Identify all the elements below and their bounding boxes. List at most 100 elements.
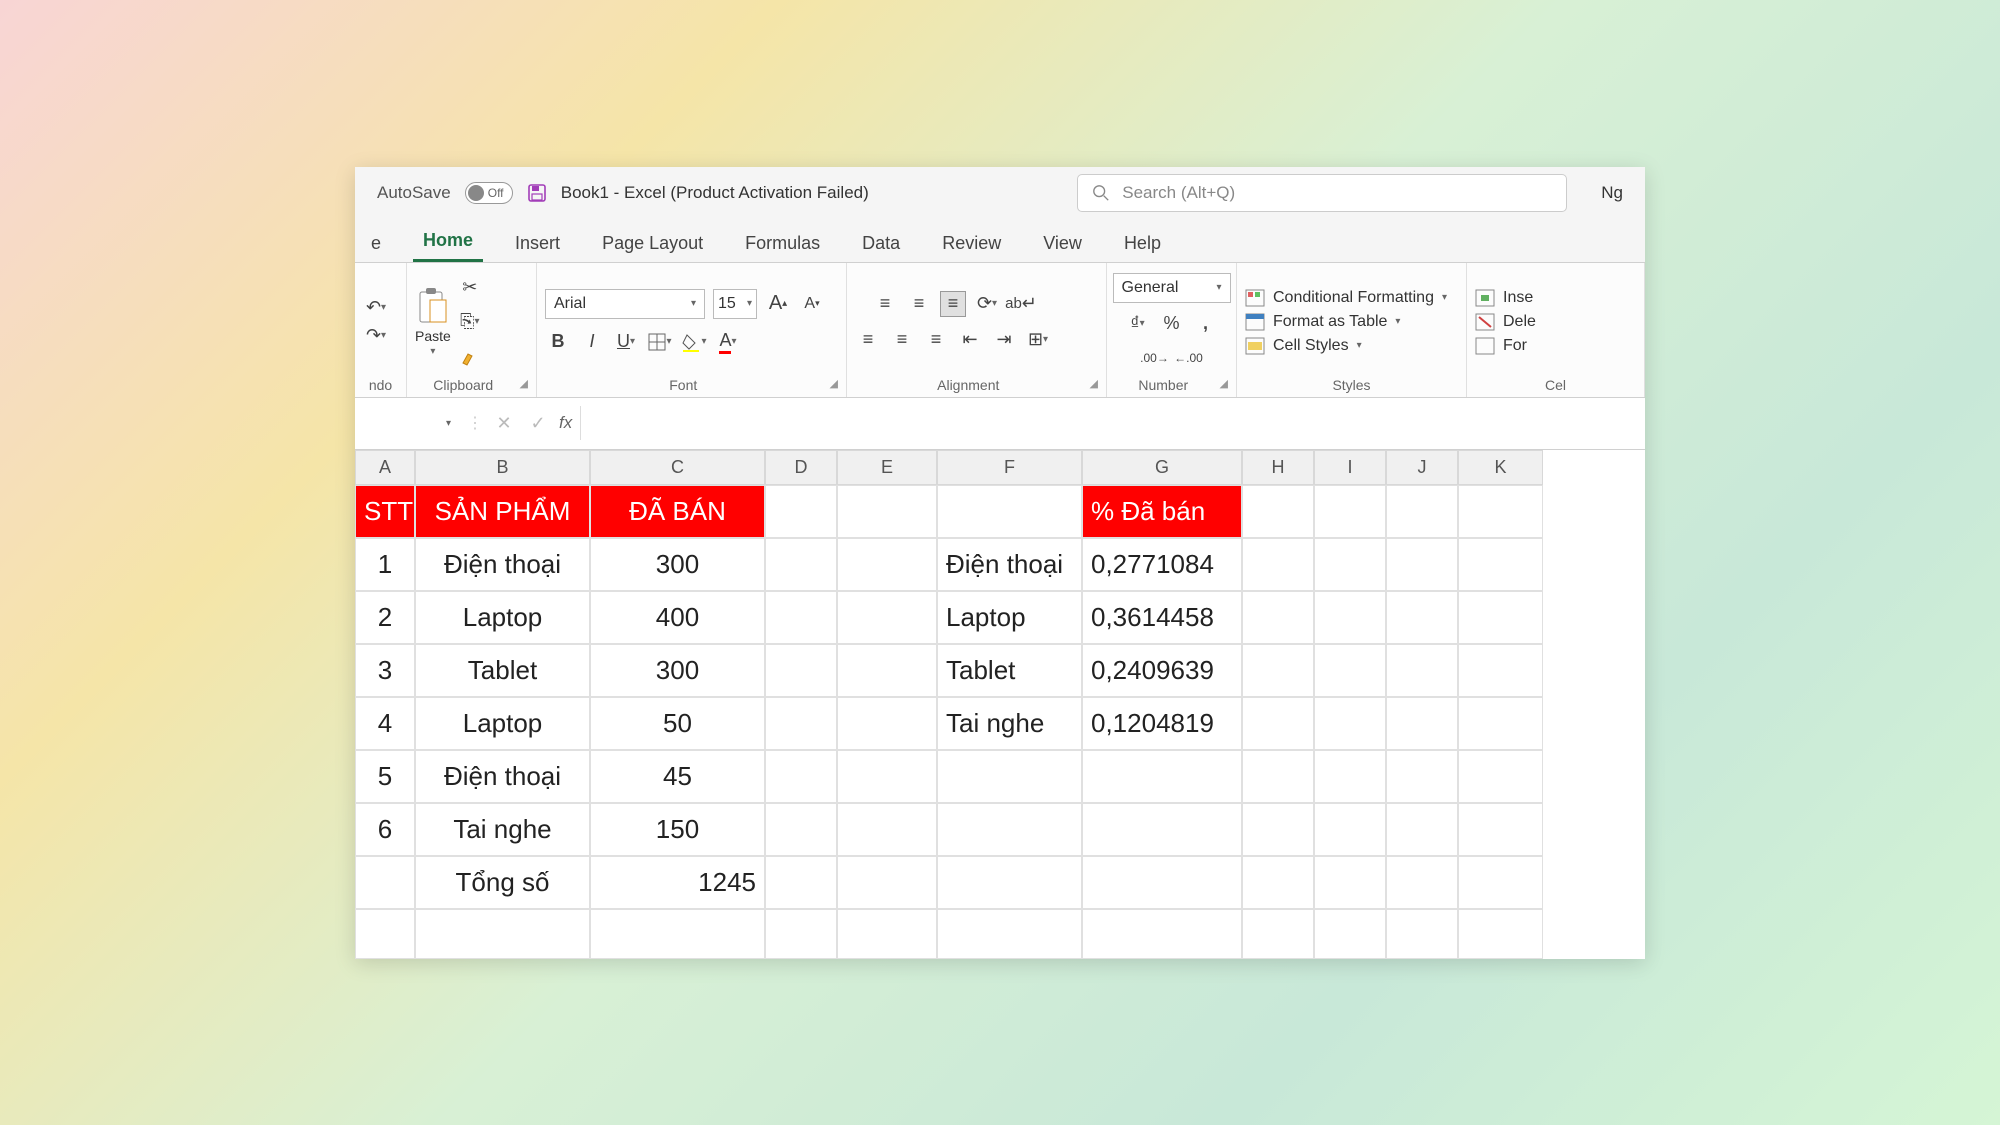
cell-d6[interactable] <box>765 750 837 803</box>
cell-sp-3[interactable]: Laptop <box>415 697 590 750</box>
cell-H5[interactable] <box>1242 697 1314 750</box>
tab-formulas[interactable]: Formulas <box>735 225 830 262</box>
underline-button[interactable]: U▾ <box>613 329 639 355</box>
cell-K2[interactable] <box>1458 538 1543 591</box>
cell-J1[interactable] <box>1386 485 1458 538</box>
bold-button[interactable]: B <box>545 329 571 355</box>
cell-I7[interactable] <box>1314 803 1386 856</box>
align-middle-icon[interactable]: ≡ <box>906 291 932 317</box>
cell-K6[interactable] <box>1458 750 1543 803</box>
cell-K1[interactable] <box>1458 485 1543 538</box>
font-name-select[interactable]: Arial▾ <box>545 289 705 319</box>
cell-pct-val-0[interactable]: 0,2771084 <box>1082 538 1242 591</box>
cell-d4[interactable] <box>765 644 837 697</box>
cell-H3[interactable] <box>1242 591 1314 644</box>
col-header-F[interactable]: F <box>937 450 1082 485</box>
col-header-I[interactable]: I <box>1314 450 1386 485</box>
cell-E9[interactable] <box>837 909 937 959</box>
cell-J6[interactable] <box>1386 750 1458 803</box>
italic-button[interactable]: I <box>579 329 605 355</box>
delete-cells-button[interactable]: Dele <box>1475 313 1536 331</box>
cell-styles-button[interactable]: Cell Styles▾ <box>1245 337 1362 355</box>
cell-J7[interactable] <box>1386 803 1458 856</box>
cell-B9[interactable] <box>415 909 590 959</box>
formula-input[interactable] <box>580 406 1635 440</box>
increase-indent-icon[interactable]: ⇥ <box>991 327 1017 353</box>
spreadsheet-grid[interactable]: ABCDEFGHIJKSTTSẢN PHẨMĐÃ BÁN% Đã bán1Điệ… <box>355 450 1645 959</box>
tab-data[interactable]: Data <box>852 225 910 262</box>
cell-I8[interactable] <box>1314 856 1386 909</box>
format-painter-icon[interactable] <box>457 343 483 369</box>
insert-cells-button[interactable]: Inse <box>1475 289 1533 307</box>
conditional-formatting-button[interactable]: Conditional Formatting▾ <box>1245 289 1447 307</box>
cell-d2[interactable] <box>765 538 837 591</box>
cell-stt-3[interactable]: 4 <box>355 697 415 750</box>
cell-e8[interactable] <box>837 856 937 909</box>
header-pct[interactable]: % Đã bán <box>1082 485 1242 538</box>
increase-font-icon[interactable]: A▴ <box>765 291 791 317</box>
cell-sp-2[interactable]: Tablet <box>415 644 590 697</box>
cell-K8[interactable] <box>1458 856 1543 909</box>
cell-e7[interactable] <box>837 803 937 856</box>
cell-K7[interactable] <box>1458 803 1543 856</box>
redo-icon[interactable]: ↷▾ <box>363 323 389 349</box>
cell-sp-5[interactable]: Tai nghe <box>415 803 590 856</box>
cell-stt-4[interactable]: 5 <box>355 750 415 803</box>
cell-e2[interactable] <box>837 538 937 591</box>
merge-center-icon[interactable]: ⊞▾ <box>1025 327 1051 353</box>
align-center-icon[interactable]: ≡ <box>889 327 915 353</box>
font-size-select[interactable]: 15▾ <box>713 289 757 319</box>
cell-J8[interactable] <box>1386 856 1458 909</box>
cell-J5[interactable] <box>1386 697 1458 750</box>
cell-sp-4[interactable]: Điện thoại <box>415 750 590 803</box>
number-format-select[interactable]: General▾ <box>1113 273 1231 303</box>
cell-stt-2[interactable]: 3 <box>355 644 415 697</box>
cell-I6[interactable] <box>1314 750 1386 803</box>
cell-J9[interactable] <box>1386 909 1458 959</box>
cell-e5[interactable] <box>837 697 937 750</box>
name-box[interactable]: ▾ <box>365 406 459 440</box>
cell-pct-val-2[interactable]: 0,2409639 <box>1082 644 1242 697</box>
cell-sp-1[interactable]: Laptop <box>415 591 590 644</box>
cell-stt-1[interactable]: 2 <box>355 591 415 644</box>
currency-icon[interactable]: ₫▾ <box>1125 311 1151 337</box>
cell-stt-0[interactable]: 1 <box>355 538 415 591</box>
col-header-H[interactable]: H <box>1242 450 1314 485</box>
cell-K5[interactable] <box>1458 697 1543 750</box>
cell-db-2[interactable]: 300 <box>590 644 765 697</box>
orientation-icon[interactable]: ⟳▾ <box>974 291 1000 317</box>
cell-a6[interactable] <box>355 856 415 909</box>
undo-icon[interactable]: ↶▾ <box>363 295 389 321</box>
cell-stt-5[interactable]: 6 <box>355 803 415 856</box>
cell-G9[interactable] <box>1082 909 1242 959</box>
decrease-decimal-icon[interactable]: ←.00 <box>1176 345 1202 371</box>
cell-H7[interactable] <box>1242 803 1314 856</box>
cell-H1[interactable] <box>1242 485 1314 538</box>
cancel-formula-icon[interactable]: ✕ <box>491 410 517 436</box>
cell-e3[interactable] <box>837 591 937 644</box>
align-right-icon[interactable]: ≡ <box>923 327 949 353</box>
cell-pct-val-3[interactable]: 0,1204819 <box>1082 697 1242 750</box>
cell-d5[interactable] <box>765 697 837 750</box>
col-header-B[interactable]: B <box>415 450 590 485</box>
search-box[interactable]: Search (Alt+Q) <box>1077 174 1567 212</box>
cell-f1[interactable] <box>937 485 1082 538</box>
cell-J2[interactable] <box>1386 538 1458 591</box>
cell-db-5[interactable]: 150 <box>590 803 765 856</box>
cell-db-0[interactable]: 300 <box>590 538 765 591</box>
autosave-toggle[interactable]: Off <box>465 182 513 204</box>
col-header-C[interactable]: C <box>590 450 765 485</box>
align-top-icon[interactable]: ≡ <box>872 291 898 317</box>
cell-pct-name-0[interactable]: Điện thoại <box>937 538 1082 591</box>
copy-icon[interactable]: ⎘▾ <box>457 309 483 335</box>
cell-db-4[interactable]: 45 <box>590 750 765 803</box>
cell-g8[interactable] <box>1082 856 1242 909</box>
cell-D9[interactable] <box>765 909 837 959</box>
cut-icon[interactable]: ✂ <box>457 275 483 301</box>
tab-view[interactable]: View <box>1033 225 1092 262</box>
cell-K3[interactable] <box>1458 591 1543 644</box>
user-name[interactable]: Ng <box>1601 183 1623 203</box>
cell-I9[interactable] <box>1314 909 1386 959</box>
col-header-K[interactable]: K <box>1458 450 1543 485</box>
cell-J3[interactable] <box>1386 591 1458 644</box>
